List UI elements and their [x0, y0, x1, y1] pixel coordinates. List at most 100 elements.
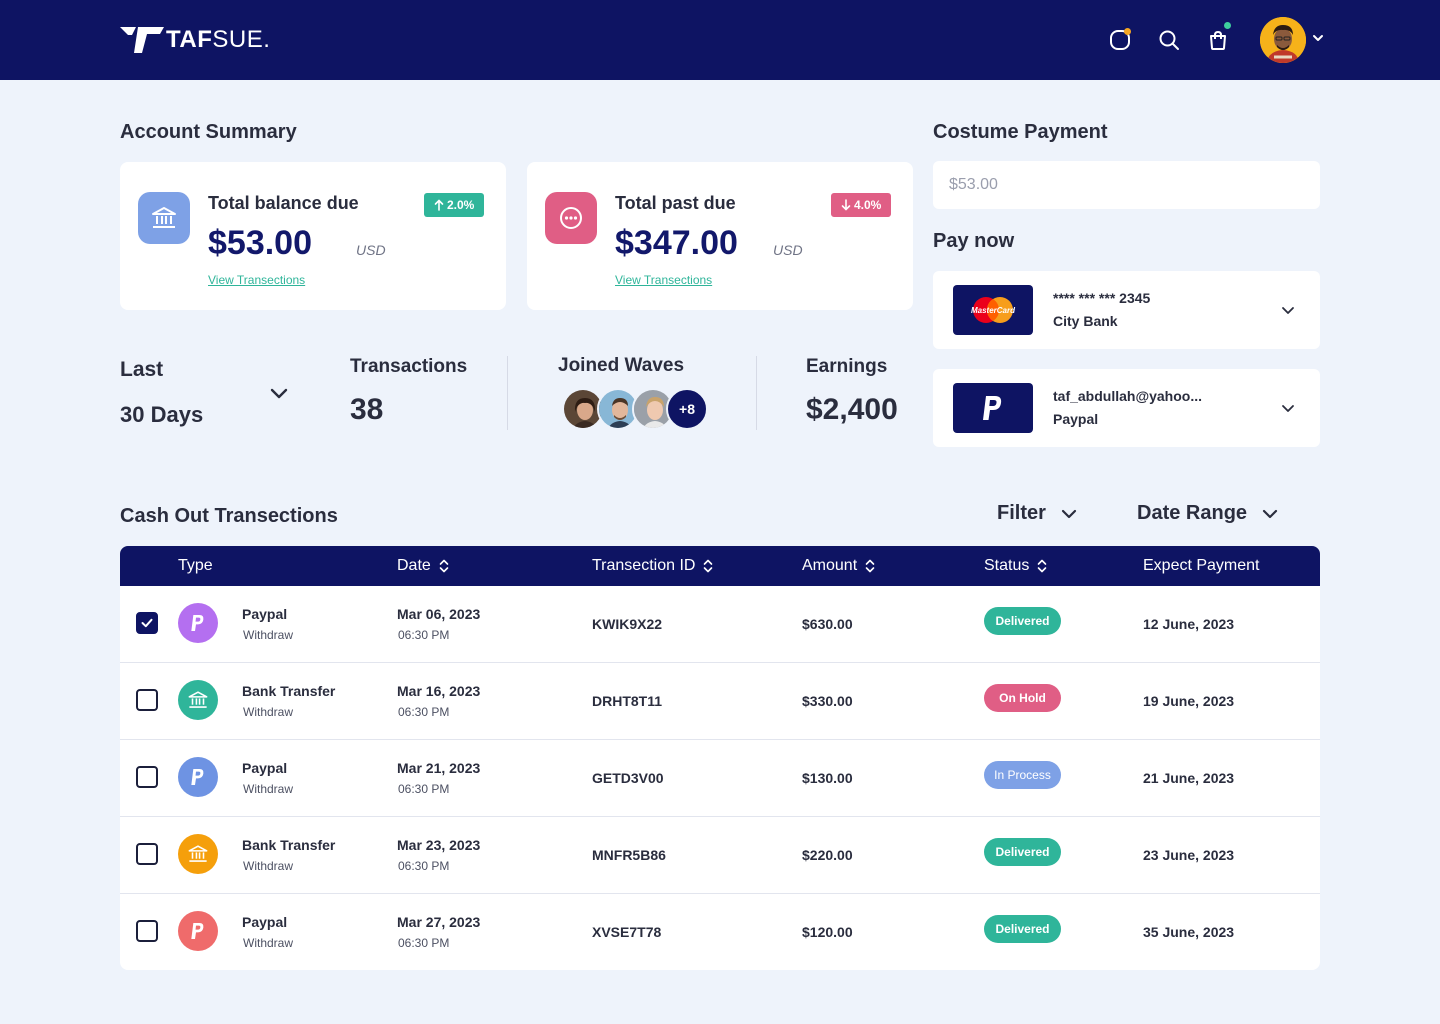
table-row[interactable]: Bank Transfer Withdraw Mar 16, 2023 06:3… [120, 663, 1320, 740]
type-name: Bank Transfer [242, 837, 336, 853]
sort-icon [439, 559, 449, 573]
row-amount: $120.00 [802, 924, 853, 940]
row-time: 06:30 PM [398, 936, 450, 950]
divider [756, 356, 757, 430]
filter-label: Filter [997, 502, 1046, 524]
column-header-amount[interactable]: Amount [802, 546, 875, 586]
row-expect-payment: 21 June, 2023 [1143, 770, 1235, 786]
card-currency: USD [356, 242, 386, 258]
check-icon [141, 618, 153, 628]
type-kind: Withdraw [243, 936, 294, 950]
row-expect-payment: 23 June, 2023 [1143, 847, 1235, 863]
account-menu-chevron-icon[interactable] [1311, 31, 1325, 45]
costume-payment-title: Costume Payment [933, 121, 1108, 143]
row-time: 06:30 PM [398, 628, 450, 642]
transactions-stat-label: Transactions [350, 356, 468, 377]
user-avatar[interactable] [1260, 17, 1306, 63]
column-header-expect-payment: Expect Payment [1143, 557, 1260, 574]
bank-icon [178, 680, 218, 720]
chevron-down-icon[interactable] [1280, 302, 1296, 318]
account-summary-title: Account Summary [120, 121, 297, 143]
row-checkbox[interactable] [136, 843, 158, 865]
row-time: 06:30 PM [398, 782, 450, 796]
sort-icon [1038, 559, 1047, 573]
more-members-count[interactable]: +8 [666, 388, 708, 430]
row-transaction-id: MNFR5B86 [592, 847, 666, 863]
row-checkbox[interactable] [136, 920, 158, 942]
change-badge-down: 4.0% [831, 193, 892, 217]
avatar-portrait-icon [1260, 17, 1306, 63]
earnings-value: $2,400 [806, 393, 898, 426]
row-date: Mar 21, 2023 [397, 760, 481, 776]
brand-logo[interactable]: TAFSUE. [120, 24, 270, 56]
arrow-up-icon [434, 199, 444, 211]
row-time: 06:30 PM [398, 705, 450, 719]
pay-now-title: Pay now [933, 230, 1015, 252]
period-label-line1: Last [120, 358, 164, 381]
top-navigation-bar: TAFSUE. [0, 0, 1440, 80]
column-header-transaction-id[interactable]: Transection ID [592, 546, 713, 586]
view-transactions-link[interactable]: View Transections [208, 273, 305, 287]
change-badge-up: 2.0% [424, 193, 485, 217]
sort-icon [865, 559, 875, 573]
search-icon[interactable] [1157, 28, 1181, 52]
status-badge: In Process [984, 761, 1061, 789]
bank-name: City Bank [1053, 313, 1118, 329]
row-transaction-id: XVSE7T78 [592, 924, 662, 940]
mastercard-logo: MasterCard [953, 285, 1033, 335]
joined-waves-label: Joined Waves [558, 355, 685, 376]
row-checkbox[interactable] [136, 689, 158, 711]
date-range-dropdown[interactable]: Date Range [1137, 502, 1279, 525]
filter-dropdown[interactable]: Filter [997, 502, 1078, 525]
card-title: Total balance due [208, 193, 359, 213]
paypal-email: taf_abdullah@yahoo... [1053, 388, 1203, 404]
shopping-bag-icon[interactable] [1206, 22, 1231, 52]
row-expect-payment: 12 June, 2023 [1143, 616, 1235, 632]
bank-icon [138, 192, 190, 244]
balance-due-card: Total balance due 2.0% $53.00 USD View T… [120, 162, 506, 310]
chevron-down-icon[interactable] [1280, 400, 1296, 416]
dots-icon [545, 192, 597, 244]
table-header: Type Date Transection ID Amount Status E… [120, 546, 1320, 586]
row-expect-payment: 35 June, 2023 [1143, 924, 1235, 940]
payment-amount-input[interactable]: $53.00 [933, 161, 1320, 209]
payment-method-mastercard[interactable]: MasterCard **** *** *** 2345 City Bank [933, 271, 1320, 349]
paypal-label: Paypal [1053, 411, 1099, 427]
column-header-date[interactable]: Date [397, 546, 449, 586]
type-kind: Withdraw [243, 628, 294, 642]
sort-icon [704, 559, 713, 573]
table-row[interactable]: Paypal Withdraw Mar 06, 2023 06:30 PM KW… [120, 586, 1320, 663]
row-checkbox[interactable] [136, 612, 158, 634]
brand-name: TAFSUE. [166, 26, 271, 53]
chevron-down-icon[interactable] [268, 383, 290, 405]
row-expect-payment: 19 June, 2023 [1143, 693, 1235, 709]
type-name: Paypal [242, 606, 288, 622]
chevron-down-icon [1262, 509, 1278, 518]
row-checkbox[interactable] [136, 766, 158, 788]
table-row[interactable]: Paypal Withdraw Mar 27, 2023 06:30 PM XV… [120, 894, 1320, 970]
transactions-stat-value: 38 [350, 393, 384, 426]
column-header-type: Type [178, 557, 213, 574]
table-row[interactable]: Bank Transfer Withdraw Mar 23, 2023 06:3… [120, 817, 1320, 894]
row-date: Mar 27, 2023 [397, 914, 481, 930]
notification-dot [1124, 28, 1131, 35]
paypal-icon [178, 911, 218, 951]
transactions-table: Type Date Transection ID Amount Status E… [120, 546, 1320, 970]
notification-icon[interactable] [1108, 28, 1132, 52]
arrow-down-icon [841, 199, 851, 211]
card-amount: $53.00 [208, 224, 312, 262]
type-name: Paypal [242, 760, 288, 776]
row-transaction-id: KWIK9X22 [592, 616, 663, 632]
card-number: **** *** *** 2345 [1053, 290, 1151, 306]
table-row[interactable]: Paypal Withdraw Mar 21, 2023 06:30 PM GE… [120, 740, 1320, 817]
card-amount: $347.00 [615, 224, 738, 262]
divider [507, 356, 508, 430]
column-header-status[interactable]: Status [984, 546, 1047, 586]
row-date: Mar 16, 2023 [397, 683, 481, 699]
view-transactions-link[interactable]: View Transections [615, 273, 712, 287]
payment-method-paypal[interactable]: taf_abdullah@yahoo... Paypal [933, 369, 1320, 447]
card-currency: USD [773, 242, 803, 258]
past-due-card: Total past due 4.0% $347.00 USD View Tra… [527, 162, 913, 310]
svg-text:MasterCard: MasterCard [971, 306, 1016, 315]
row-time: 06:30 PM [398, 859, 450, 873]
